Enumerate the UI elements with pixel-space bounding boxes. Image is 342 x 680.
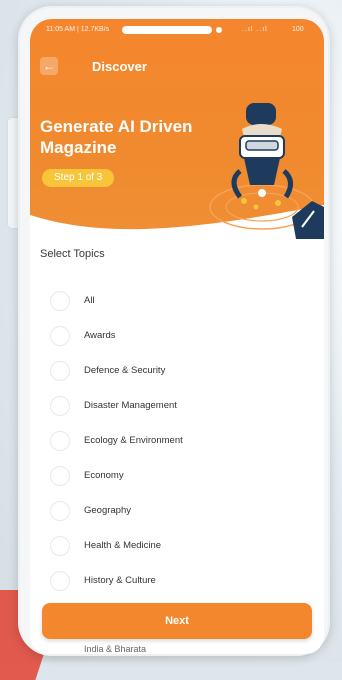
- arrow-left-icon: ←: [43, 59, 55, 73]
- topic-label: Awards: [84, 330, 116, 341]
- topic-item[interactable]: History & Culture: [50, 569, 310, 595]
- status-indicator: [122, 26, 212, 34]
- topic-label: Defence & Security: [84, 365, 166, 376]
- battery-icon: 100: [292, 26, 304, 33]
- topic-item[interactable]: Ecology & Environment: [50, 429, 310, 455]
- topic-item[interactable]: Economy: [50, 464, 310, 490]
- radio-button[interactable]: [50, 291, 70, 311]
- list-item-partial: India & Bharata: [84, 644, 147, 654]
- topic-item[interactable]: Geography: [50, 499, 310, 525]
- radio-button[interactable]: [50, 431, 70, 451]
- signal-icon: ..ıl ..ıl: [242, 26, 268, 33]
- section-title: Select Topics: [40, 248, 105, 260]
- radio-button[interactable]: [50, 361, 70, 381]
- next-button[interactable]: Next: [42, 603, 312, 639]
- topic-label: All: [84, 295, 95, 306]
- radio-button[interactable]: [50, 501, 70, 521]
- topic-label: Health & Medicine: [84, 540, 162, 551]
- topic-label: Disaster Management: [84, 400, 177, 411]
- radio-button[interactable]: [50, 571, 70, 591]
- topic-item[interactable]: All: [50, 289, 310, 315]
- topic-item[interactable]: Awards: [50, 324, 310, 350]
- step-badge: Step 1 of 3: [42, 169, 115, 187]
- radio-button[interactable]: [50, 396, 70, 416]
- discover-header: 11:05 AM | 12.7KB/s ..ıl ..ıl 100 ← Disc…: [30, 19, 324, 257]
- topic-label: Ecology & Environment: [84, 435, 183, 446]
- topic-item[interactable]: Disaster Management: [50, 394, 310, 420]
- hero-title: Generate AI Driven Magazine: [40, 117, 193, 157]
- radio-button[interactable]: [50, 326, 70, 346]
- topic-label: Geography: [84, 505, 132, 516]
- ai-robot-illustration: [209, 103, 324, 239]
- back-button[interactable]: ←: [40, 57, 58, 75]
- radio-button[interactable]: [50, 536, 70, 556]
- app-screen: 11:05 AM | 12.7KB/s ..ıl ..ıl 100 ← Disc…: [30, 19, 324, 654]
- page-title: Discover: [92, 59, 147, 74]
- status-dot: [216, 27, 222, 33]
- topic-item[interactable]: Health & Medicine: [50, 534, 310, 560]
- topic-label: Economy: [84, 470, 124, 481]
- topic-label: History & Culture: [84, 575, 156, 586]
- status-bar: 11:05 AM | 12.7KB/s ..ıl ..ıl 100: [30, 19, 324, 41]
- status-time: 11:05 AM | 12.7KB/s: [46, 26, 110, 33]
- topic-item[interactable]: Defence & Security: [50, 359, 310, 385]
- radio-button[interactable]: [50, 466, 70, 486]
